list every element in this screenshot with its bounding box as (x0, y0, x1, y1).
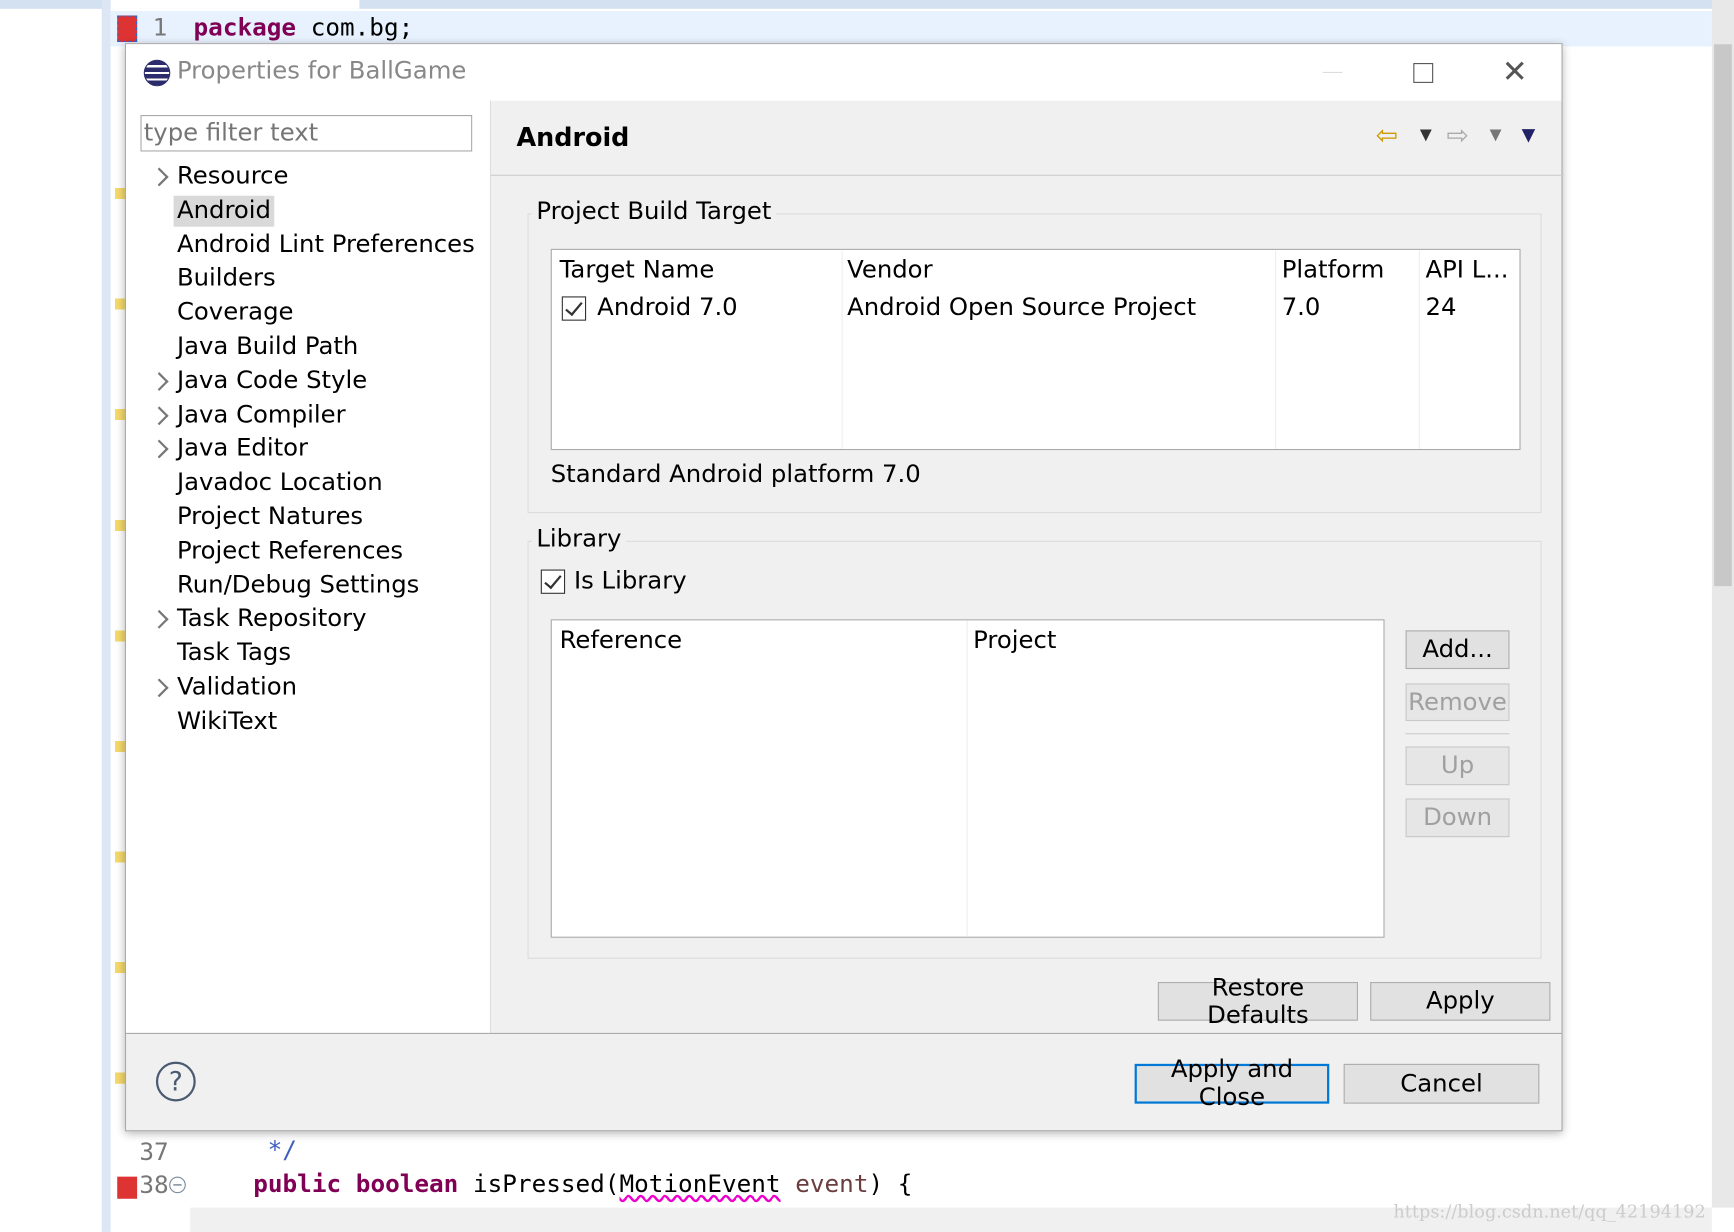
up-button[interactable]: Up (1405, 746, 1510, 786)
library-label: Library (531, 525, 626, 553)
keyword: package (193, 14, 297, 43)
code-line-1[interactable]: package com.bg; (194, 14, 414, 42)
close-button[interactable]: ✕ (1502, 53, 1528, 89)
restore-defaults-button[interactable]: Restore Defaults (1157, 974, 1359, 1029)
library-table[interactable]: Reference Project (550, 619, 1385, 938)
code-line-38[interactable]: public boolean isPressed(MotionEvent eve… (253, 1171, 912, 1199)
tree-item[interactable]: Run/Debug Settings (177, 570, 419, 601)
minimize-button[interactable] (1322, 71, 1343, 73)
column-header[interactable]: Target Name (560, 257, 715, 285)
platform: 7.0 (1281, 294, 1321, 322)
tree-item[interactable]: Project References (177, 536, 403, 567)
tree-item[interactable]: Resource (177, 161, 289, 192)
apply-and-close-button[interactable]: Apply and Close (1134, 1056, 1330, 1111)
build-target-label: Project Build Target (531, 197, 776, 226)
code-text: com.bg; (296, 14, 414, 43)
column-header[interactable]: Reference (560, 627, 683, 655)
scrollbar-thumb[interactable] (1714, 44, 1732, 587)
header-separator (491, 174, 1564, 176)
back-icon[interactable]: ⇦ (1376, 119, 1398, 150)
line-number: 37 (139, 1139, 169, 1167)
dialog-title: Properties for BallGame (176, 57, 467, 86)
add-button[interactable]: Add... (1405, 630, 1510, 670)
code-type: MotionEvent (619, 1171, 781, 1199)
target-name: Android 7.0 (597, 294, 738, 322)
api-level: 24 (1425, 294, 1457, 322)
filter-input[interactable] (140, 115, 473, 152)
forward-icon[interactable]: ⇨ (1446, 119, 1468, 150)
editor-left-border (101, 0, 111, 1232)
tree-item[interactable]: Project Natures (177, 502, 363, 533)
code-param: event (780, 1171, 869, 1199)
tree-item[interactable]: Java Editor (177, 434, 308, 465)
page-title: Android (516, 123, 630, 153)
keyword: boolean (355, 1171, 459, 1199)
column-header[interactable]: Vendor (847, 257, 932, 285)
title-bar: Properties for BallGame ✕ (126, 44, 1562, 101)
tree-item[interactable]: Task Tags (177, 638, 291, 669)
tree-item[interactable]: Task Repository (177, 604, 367, 635)
column-header[interactable]: Platform (1282, 257, 1385, 285)
footer-separator (126, 1032, 1562, 1034)
forward-dropdown-icon[interactable]: ▼ (1490, 126, 1502, 144)
is-library-checkbox[interactable] (540, 569, 566, 594)
collapse-icon[interactable]: − (169, 1176, 186, 1194)
apply-button[interactable]: Apply (1370, 982, 1551, 1021)
keyword: public (253, 1171, 342, 1199)
code-text: ) { (868, 1171, 913, 1199)
is-library-label: Is Library (573, 567, 687, 595)
button-separator (1405, 733, 1510, 735)
tree-item[interactable]: Android Lint Preferences (177, 230, 475, 261)
tree-item[interactable]: WikiText (177, 706, 277, 737)
build-target-table[interactable]: Target Name Vendor Platform API L... And… (550, 248, 1521, 451)
view-menu-icon[interactable]: ▼ (1522, 124, 1536, 145)
code-text: isPressed( (458, 1171, 620, 1199)
error-marker-icon[interactable] (117, 15, 138, 43)
vertical-scrollbar[interactable] (1711, 0, 1734, 1208)
help-icon[interactable]: ? (155, 1061, 196, 1102)
code-line-37: */ (267, 1136, 297, 1165)
column-header[interactable]: API L... (1425, 257, 1508, 285)
error-marker-icon[interactable] (117, 1176, 138, 1199)
table-row[interactable]: Android 7.0 Android Open Source Project … (552, 292, 1520, 330)
target-description: Standard Android platform 7.0 (550, 461, 921, 489)
cancel-button[interactable]: Cancel (1343, 1063, 1540, 1104)
tree-item[interactable]: Java Code Style (177, 366, 367, 397)
tree-item[interactable]: Validation (177, 672, 297, 703)
line-number: 1 (152, 14, 168, 43)
target-checkbox[interactable] (561, 296, 587, 321)
remove-button[interactable]: Remove (1405, 683, 1510, 722)
tree-item[interactable]: Builders (177, 264, 276, 295)
editor-tab[interactable] (110, 0, 360, 9)
tree-item[interactable]: Coverage (177, 298, 294, 329)
tree-item[interactable]: Java Compiler (177, 400, 346, 431)
eclipse-icon (143, 59, 171, 87)
maximize-button[interactable] (1413, 63, 1434, 83)
line-number: 38 (139, 1172, 169, 1200)
tree-item[interactable]: Java Build Path (177, 332, 358, 363)
tree-item[interactable]: Javadoc Location (177, 468, 383, 499)
down-button[interactable]: Down (1405, 798, 1510, 838)
watermark: https://blog.csdn.net/qq_42194192 (1393, 1200, 1706, 1222)
vendor: Android Open Source Project (847, 294, 1197, 322)
column-header[interactable]: Project (973, 627, 1056, 655)
tree-item[interactable]: Android (173, 195, 275, 227)
back-dropdown-icon[interactable]: ▼ (1420, 126, 1432, 144)
